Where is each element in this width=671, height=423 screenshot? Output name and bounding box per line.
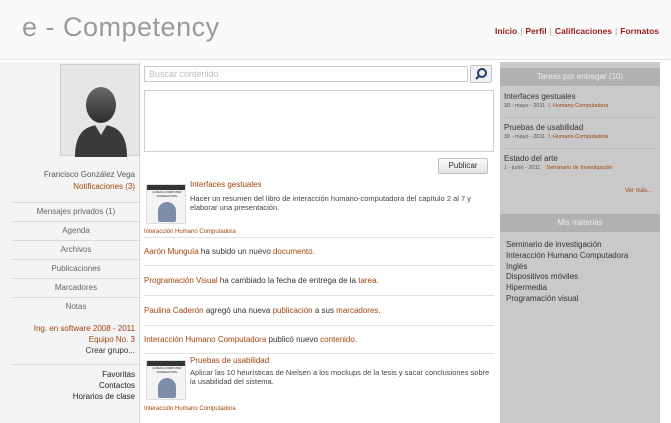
feed-object[interactable]: publicación bbox=[273, 306, 313, 315]
app-logo: e - Competency bbox=[22, 12, 220, 42]
feed-actor[interactable]: Interacción Humano Computadora bbox=[144, 335, 266, 344]
feed-item: HUMAN-COMPUTER INTERACTION Interfaces ge… bbox=[144, 178, 494, 238]
sidebar-menu: Mensajes privados (1) Agenda Archivos Pu… bbox=[12, 202, 140, 316]
sidebar-item-archivos[interactable]: Archivos bbox=[12, 240, 140, 259]
feed-item: Interacción Humano Computadora publicó n… bbox=[144, 326, 494, 354]
feed-object[interactable]: tarea bbox=[358, 276, 376, 285]
notifications-link[interactable]: Notificaciones (3) bbox=[73, 182, 135, 191]
sidebar-item-publicaciones[interactable]: Publicaciones bbox=[12, 259, 140, 278]
schedule-link[interactable]: Horarios de clase bbox=[73, 391, 135, 402]
tasks-heading: Tareas por entregar (10) bbox=[500, 68, 660, 86]
header: e - Competency Inicio | Perfil | Calificacio… bbox=[0, 0, 671, 60]
book-thumbnail[interactable]: HUMAN-COMPUTER INTERACTION bbox=[146, 360, 186, 400]
main-feed: Buscar contenido Publicar HUMAN-COMPUTER… bbox=[140, 62, 498, 423]
publish-button[interactable]: Publicar bbox=[438, 158, 488, 174]
subject-item[interactable]: Seminario de investigación bbox=[506, 240, 628, 251]
nav-formatos[interactable]: Formatos bbox=[620, 26, 659, 36]
subject-item[interactable]: Interacción Humano Computadora bbox=[506, 251, 628, 262]
avatar[interactable] bbox=[60, 64, 140, 157]
sidebar-item-notas[interactable]: Notas bbox=[12, 297, 140, 316]
feed-item-title[interactable]: Interfaces gestuales bbox=[190, 180, 262, 189]
nav-inicio[interactable]: Inicio bbox=[495, 26, 517, 36]
user-silhouette-icon bbox=[75, 87, 127, 157]
feed-item: Aarón Munguía ha subido un nuevo documen… bbox=[144, 238, 494, 266]
contacts-link[interactable]: Contactos bbox=[73, 380, 135, 391]
search-button[interactable] bbox=[470, 65, 492, 83]
feed-item-body: Hacer un resumen del libro de interacció… bbox=[190, 194, 471, 212]
feed-item-body: Aplicar las 10 heurísticas de Nielsen a … bbox=[190, 368, 490, 386]
divider bbox=[12, 364, 140, 365]
feed-actor[interactable]: Paulina Caderón bbox=[144, 306, 204, 315]
book-thumbnail[interactable]: HUMAN-COMPUTER INTERACTION bbox=[146, 184, 186, 224]
search-icon bbox=[475, 68, 487, 80]
team-link[interactable]: Equipo No. 3 bbox=[34, 334, 135, 345]
feed-item: HUMAN-COMPUTER INTERACTION Pruebas de us… bbox=[144, 354, 494, 416]
create-group-link[interactable]: Crear grupo... bbox=[34, 345, 135, 356]
feed-item-course[interactable]: Interacción Humano Computadora bbox=[144, 406, 236, 412]
feed-object[interactable]: documento bbox=[273, 247, 313, 256]
right-sidebar: Tareas por entregar (10) Interfaces gest… bbox=[500, 62, 660, 423]
feed-actor[interactable]: Aarón Munguía bbox=[144, 247, 199, 256]
feed-item: Programación Visual ha cambiado la fecha… bbox=[144, 266, 494, 296]
top-nav: Inicio | Perfil | Calificaciones | Formatos bbox=[494, 26, 659, 36]
subjects-heading: Mis materias bbox=[500, 214, 660, 232]
quick-links: Favoritas Contactos Horarios de clase bbox=[73, 369, 135, 402]
task-item[interactable]: Estado del arte 1 - junio - 2011 Seminar… bbox=[504, 154, 656, 171]
subject-item[interactable]: Inglés bbox=[506, 262, 628, 273]
task-item[interactable]: Interfaces gestuales 30 - mayo - 2011 I.… bbox=[504, 92, 656, 109]
divider bbox=[504, 148, 656, 149]
favorites-link[interactable]: Favoritas bbox=[73, 369, 135, 380]
subjects-list: Seminario de investigación Interacción H… bbox=[506, 240, 628, 305]
group-info: Ing. en software 2008 - 2011 Equipo No. … bbox=[34, 323, 135, 356]
task-item[interactable]: Pruebas de usabilidad 30 - mayo - 2011 I… bbox=[504, 123, 656, 140]
sidebar-item-marcadores[interactable]: Marcadores bbox=[12, 278, 140, 297]
divider bbox=[504, 117, 656, 118]
subject-item[interactable]: Hipermedia bbox=[506, 283, 628, 294]
nav-perfil[interactable]: Perfil bbox=[525, 26, 546, 36]
program-link[interactable]: Ing. en software 2008 - 2011 bbox=[34, 323, 135, 334]
feed-object[interactable]: contenido bbox=[320, 335, 355, 344]
subject-item[interactable]: Programación visual bbox=[506, 294, 628, 305]
post-textarea[interactable] bbox=[144, 90, 494, 152]
feed-item: Paulina Caderón agregó una nueva publica… bbox=[144, 296, 494, 326]
see-more-link[interactable]: Ver más... bbox=[625, 188, 652, 194]
feed-object[interactable]: marcadores bbox=[336, 306, 378, 315]
profile-name: Francisco González Vega bbox=[43, 170, 135, 179]
feed-item-course[interactable]: Interacción Humano Computadora bbox=[144, 229, 236, 235]
search-input[interactable]: Buscar contenido bbox=[144, 66, 468, 82]
nav-calificaciones[interactable]: Calificaciones bbox=[555, 26, 612, 36]
subject-item[interactable]: Dispositivos móviles bbox=[506, 272, 628, 283]
feed-actor[interactable]: Programación Visual bbox=[144, 276, 218, 285]
left-sidebar: Francisco González Vega Notificaciones (… bbox=[0, 62, 140, 423]
sidebar-item-agenda[interactable]: Agenda bbox=[12, 221, 140, 240]
feed-item-title[interactable]: Pruebas de usabilidad bbox=[190, 356, 269, 365]
sidebar-item-mensajes[interactable]: Mensajes privados (1) bbox=[12, 202, 140, 221]
